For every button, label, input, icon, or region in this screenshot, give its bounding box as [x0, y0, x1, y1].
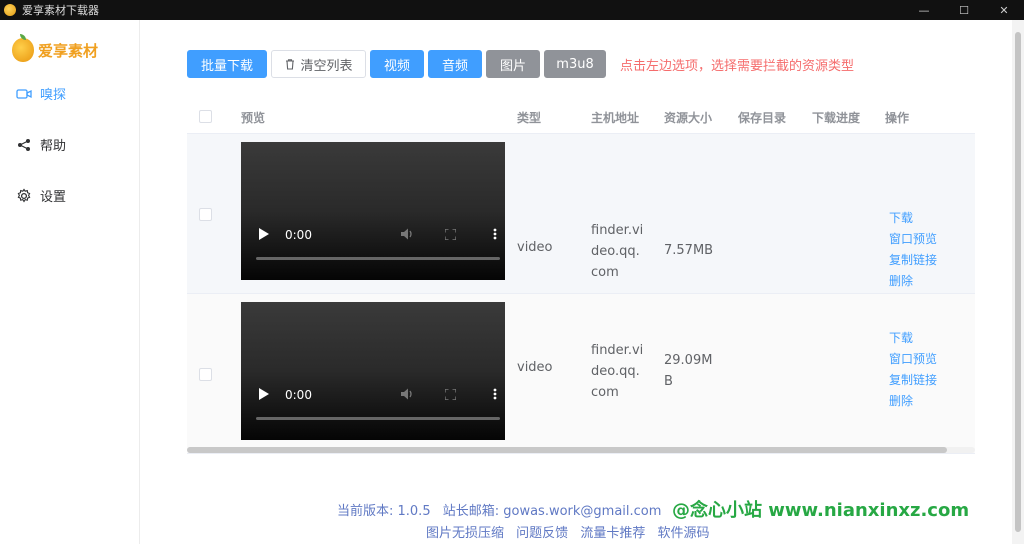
- volume-icon[interactable]: [401, 388, 415, 400]
- page-vertical-scrollbar[interactable]: [1012, 20, 1024, 544]
- share-icon: [16, 137, 32, 153]
- watermark: @念心小站 www.nianxinxz.com: [672, 500, 970, 521]
- clear-list-button[interactable]: 清空列表: [271, 50, 366, 78]
- window-title: 爱享素材下载器: [22, 4, 99, 17]
- window-controls: — ☐ ✕: [904, 0, 1024, 20]
- row-checkbox[interactable]: [199, 208, 212, 221]
- table-horizontal-scrollbar[interactable]: [187, 447, 975, 453]
- more-options-icon[interactable]: [493, 228, 497, 240]
- size-line: 29.09M: [664, 353, 713, 368]
- delete-link[interactable]: 删除: [889, 271, 937, 292]
- footer-link-data-card[interactable]: 流量卡推荐: [580, 526, 645, 541]
- header-progress: 下载进度: [812, 111, 861, 125]
- window-preview-link[interactable]: 窗口预览: [889, 349, 937, 370]
- host-line: deo.qq.: [591, 364, 640, 379]
- video-progress-bar[interactable]: [256, 257, 500, 260]
- video-time: 0:00: [285, 228, 312, 242]
- batch-download-button[interactable]: 批量下载: [187, 50, 267, 78]
- app-icon: [4, 4, 16, 16]
- sidebar-item-settings[interactable]: 设置: [16, 186, 66, 205]
- delete-link[interactable]: 删除: [889, 391, 937, 412]
- resource-table: 预览 类型 主机地址 资源大小 保存目录 下载进度 操作 0:00 video …: [187, 100, 975, 454]
- clear-list-label: 清空列表: [300, 58, 353, 74]
- window-preview-link[interactable]: 窗口预览: [889, 229, 937, 250]
- header-host: 主机地址: [591, 111, 640, 125]
- close-button[interactable]: ✕: [984, 0, 1024, 20]
- fullscreen-icon[interactable]: [445, 229, 456, 240]
- video-preview[interactable]: 0:00: [241, 302, 505, 440]
- host-line: com: [591, 385, 619, 400]
- resource-host: finder.vi deo.qq. com: [591, 220, 643, 283]
- resource-size: 7.57MB: [664, 240, 713, 261]
- download-link[interactable]: 下载: [889, 208, 937, 229]
- select-all-checkbox[interactable]: [199, 110, 212, 123]
- play-icon[interactable]: [259, 388, 269, 400]
- header-preview: 预览: [241, 111, 266, 125]
- video-preview[interactable]: 0:00: [241, 142, 505, 280]
- footer-link-feedback[interactable]: 问题反馈: [516, 526, 568, 541]
- toolbar: 批量下载 清空列表 视频 音频 图片 m3u8 点击左边选项，选择需要拦截的资源…: [187, 50, 854, 78]
- table-row: 0:00 video finder.vi deo.qq. com 7.57MB …: [187, 134, 975, 294]
- brand-name: 爱享素材: [38, 41, 99, 60]
- video-camera-icon: [16, 86, 32, 102]
- host-line: finder.vi: [591, 343, 644, 358]
- host-line: deo.qq.: [591, 244, 640, 259]
- resource-type: video: [517, 240, 553, 255]
- version-label: 当前版本: 1.0.5: [337, 504, 431, 519]
- maximize-button[interactable]: ☐: [944, 0, 984, 20]
- sidebar-item-label: 帮助: [40, 139, 67, 154]
- more-options-icon[interactable]: [493, 388, 497, 400]
- volume-icon[interactable]: [401, 228, 415, 240]
- copy-link-link[interactable]: 复制链接: [889, 250, 937, 271]
- resource-host: finder.vi deo.qq. com: [591, 340, 643, 403]
- filter-audio-button[interactable]: 音频: [428, 50, 482, 78]
- row-checkbox[interactable]: [199, 368, 212, 381]
- row-actions: 下载 窗口预览 复制链接 删除: [889, 328, 937, 412]
- sidebar-item-label: 设置: [40, 190, 67, 205]
- sidebar-item-help[interactable]: 帮助: [16, 135, 66, 154]
- host-line: finder.vi: [591, 223, 644, 238]
- sidebar: 爱享素材 嗅探 帮助 设置: [0, 20, 140, 544]
- footer-link-source-code[interactable]: 软件源码: [657, 526, 709, 541]
- play-icon[interactable]: [259, 228, 269, 240]
- download-link[interactable]: 下载: [889, 328, 937, 349]
- filter-video-button[interactable]: 视频: [370, 50, 424, 78]
- filter-m3u8-button[interactable]: m3u8: [544, 50, 606, 78]
- title-bar: 爱享素材下载器 — ☐ ✕: [0, 0, 1024, 20]
- footer-info: 当前版本: 1.0.5 站长邮箱: gowas.work@gmail.com: [337, 500, 661, 519]
- header-type: 类型: [517, 111, 542, 125]
- footer-links: 图片无损压缩 问题反馈 流量卡推荐 软件源码: [426, 522, 717, 541]
- email-label[interactable]: 站长邮箱: gowas.work@gmail.com: [443, 504, 662, 519]
- minimize-button[interactable]: —: [904, 0, 944, 20]
- filter-image-button[interactable]: 图片: [486, 50, 540, 78]
- app-window: 爱享素材下载器 — ☐ ✕ 爱享素材 嗅探 帮助 设置 批量下载 清空列表 视频…: [0, 0, 1024, 544]
- host-line: com: [591, 265, 619, 280]
- footer-link-image-compress[interactable]: 图片无损压缩: [426, 526, 504, 541]
- size-line: B: [664, 374, 673, 389]
- video-progress-bar[interactable]: [256, 417, 500, 420]
- filter-hint: 点击左边选项，选择需要拦截的资源类型: [620, 58, 855, 74]
- sidebar-item-label: 嗅探: [40, 88, 67, 103]
- resource-type: video: [517, 360, 553, 375]
- resource-size: 29.09M B: [664, 350, 712, 392]
- video-time: 0:00: [285, 388, 312, 402]
- gear-icon: [16, 188, 32, 204]
- scrollbar-thumb[interactable]: [1015, 32, 1021, 532]
- row-actions: 下载 窗口预览 复制链接 删除: [889, 208, 937, 292]
- header-save-dir: 保存目录: [738, 111, 787, 125]
- fullscreen-icon[interactable]: [445, 389, 456, 400]
- header-size: 资源大小: [664, 111, 713, 125]
- brand: 爱享素材: [12, 34, 99, 62]
- table-row: 0:00 video finder.vi deo.qq. com 29.09M …: [187, 294, 975, 454]
- orange-logo-icon: [12, 34, 34, 62]
- sidebar-item-sniff[interactable]: 嗅探: [16, 84, 66, 103]
- header-actions: 操作: [885, 111, 910, 125]
- scrollbar-thumb[interactable]: [187, 447, 947, 453]
- copy-link-link[interactable]: 复制链接: [889, 370, 937, 391]
- size-line: 7.57MB: [664, 243, 714, 258]
- table-header: 预览 类型 主机地址 资源大小 保存目录 下载进度 操作: [187, 100, 975, 134]
- trash-icon: [286, 59, 295, 70]
